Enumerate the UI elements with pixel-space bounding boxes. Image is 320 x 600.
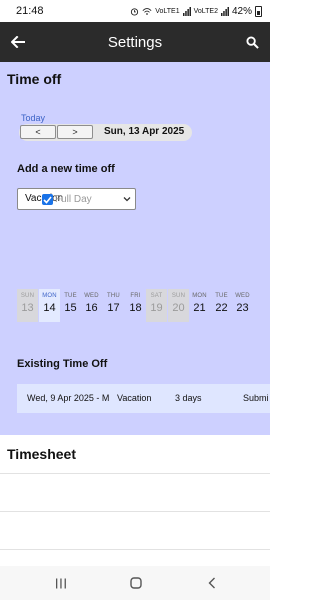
day-number: 23: [236, 302, 249, 314]
day-number: 20: [172, 302, 185, 314]
divider: [0, 511, 270, 512]
prev-date-button[interactable]: <: [20, 125, 56, 139]
day-number: 18: [129, 302, 142, 314]
day-number: 17: [107, 302, 120, 314]
divider: [0, 549, 270, 550]
status-icons: VoLTE1 VoLTE2 42%: [130, 5, 262, 17]
search-icon[interactable]: [242, 31, 262, 53]
time-off-title: Time off: [7, 71, 62, 87]
day-cell[interactable]: THU 17: [103, 289, 124, 322]
day-number: 21: [193, 302, 206, 314]
today-link[interactable]: Today: [21, 113, 45, 123]
day-cell[interactable]: TUE 15: [60, 289, 81, 322]
day-name: MON: [192, 293, 207, 299]
day-name: SUN: [20, 293, 35, 299]
time-off-status: Submi: [243, 393, 269, 403]
day-cell-today[interactable]: MON 14: [39, 289, 60, 322]
page-title: Settings: [107, 33, 163, 51]
status-bar: 21:48 VoLTE1 VoLTE2 42%: [0, 0, 270, 22]
day-cell[interactable]: FRI 18: [125, 289, 146, 322]
network-2-label: VoLTE2: [193, 7, 218, 15]
day-name: SAT: [150, 293, 163, 299]
day-cell[interactable]: SAT 19: [146, 289, 167, 322]
network-1-label: VoLTE1: [155, 7, 180, 15]
battery-percent: 42%: [231, 5, 252, 17]
day-name: WED: [235, 293, 250, 299]
timesheet-title: Timesheet: [7, 446, 76, 462]
signal-1-icon: [182, 6, 191, 16]
day-number: 15: [64, 302, 77, 314]
day-name: THU: [107, 293, 120, 299]
day-number: 16: [85, 302, 98, 314]
day-name: FRI: [130, 293, 141, 299]
add-time-off-heading: Add a new time off: [17, 163, 115, 175]
wifi-icon: [142, 7, 152, 15]
day-name: SUN: [171, 293, 186, 299]
time-off-type: Vacation: [117, 393, 152, 403]
time-off-duration: 3 days: [175, 393, 202, 403]
recents-icon[interactable]: [53, 576, 69, 590]
day-name: MON: [42, 293, 57, 299]
day-cell[interactable]: WED 23: [232, 289, 253, 322]
existing-time-off-heading: Existing Time Off: [17, 358, 108, 370]
day-number: 19: [150, 302, 163, 314]
day-cell[interactable]: SUN 13: [17, 289, 38, 322]
day-cell[interactable]: TUE 22: [211, 289, 232, 322]
day-cell[interactable]: SUN 20: [168, 289, 189, 322]
time-off-type-select[interactable]: Vacation Full Day: [17, 188, 136, 210]
signal-2-icon: [220, 6, 229, 16]
next-date-button[interactable]: >: [57, 125, 93, 139]
alarm-icon: [131, 7, 139, 16]
day-cell[interactable]: MON 21: [189, 289, 210, 322]
existing-time-off-row[interactable]: Wed, 9 Apr 2025 - M Vacation 3 days Subm…: [17, 384, 270, 413]
day-number: 14: [43, 302, 56, 314]
app-bar: Settings: [0, 22, 270, 62]
status-time: 21:48: [16, 5, 44, 17]
arrow-left-icon[interactable]: [8, 31, 28, 53]
day-name: TUE: [215, 293, 228, 299]
checkbox-checked-icon[interactable]: [42, 194, 53, 205]
select-placeholder: Full Day: [55, 194, 92, 205]
chevron-down-icon: [123, 197, 131, 202]
divider: [0, 473, 270, 474]
time-off-dates: Wed, 9 Apr 2025 - M: [27, 393, 110, 403]
day-name: WED: [84, 293, 99, 299]
back-icon[interactable]: [204, 576, 220, 590]
day-name: TUE: [64, 293, 77, 299]
time-off-panel: Time off Today < > Sun, 13 Apr 2025 Add …: [0, 62, 270, 435]
battery-icon: [255, 5, 262, 17]
day-cell[interactable]: WED 16: [81, 289, 102, 322]
current-date: Sun, 13 Apr 2025: [104, 126, 185, 137]
day-number: 13: [21, 302, 34, 314]
day-number: 22: [215, 302, 228, 314]
system-nav-bar: [0, 566, 270, 600]
home-icon[interactable]: [128, 576, 144, 590]
